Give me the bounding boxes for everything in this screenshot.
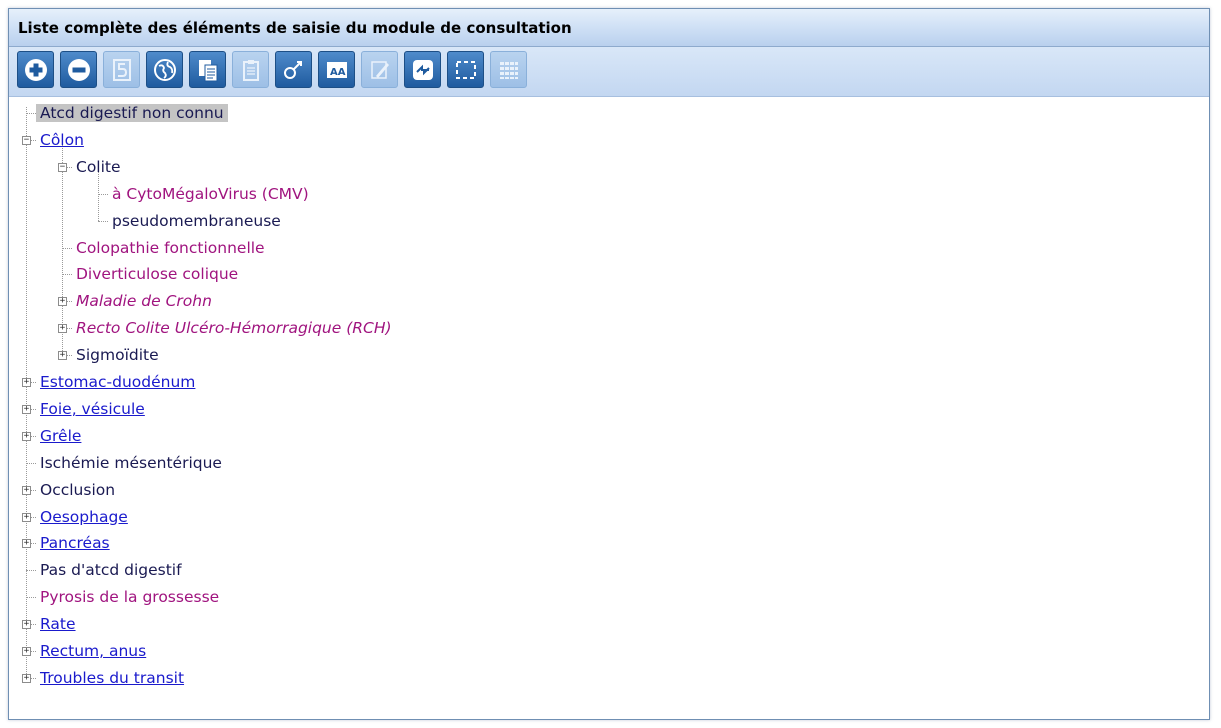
- tree-item[interactable]: Sigmoïdite: [72, 342, 163, 368]
- remove-button[interactable]: [60, 51, 97, 88]
- tree-item[interactable]: Pancréas: [36, 530, 114, 556]
- tree-item-label: Maladie de Crohn: [76, 292, 212, 311]
- tree-item-label: pseudomembraneuse: [112, 211, 281, 230]
- tree-item-label: Pancréas: [40, 534, 110, 553]
- tree-item-label: Oesophage: [40, 507, 128, 526]
- tree-connector: [62, 247, 72, 249]
- grid-button[interactable]: [490, 51, 527, 88]
- tree-item-label: Diverticulose colique: [76, 265, 239, 284]
- tree-connector: [26, 597, 36, 599]
- tree-item[interactable]: Côlon: [36, 127, 88, 153]
- tree-item-label: Pyrosis de la grossesse: [40, 588, 220, 607]
- expand-icon[interactable]: +: [22, 378, 31, 387]
- tree-item[interactable]: Atcd digestif non connu: [36, 100, 228, 126]
- tree-item-label: Grêle: [40, 426, 82, 445]
- tree-item-label: Colite: [76, 157, 121, 176]
- tree-item[interactable]: pseudomembraneuse: [108, 208, 285, 234]
- tree-item[interactable]: Rate: [36, 611, 80, 637]
- selection-button[interactable]: [447, 51, 484, 88]
- tree-item-label: Recto Colite Ulcéro-Hémorragique (RCH): [76, 319, 392, 338]
- font-button[interactable]: AA: [318, 51, 355, 88]
- tree-item-label: Rate: [40, 615, 76, 634]
- copy-button[interactable]: [189, 51, 226, 88]
- expand-icon[interactable]: +: [22, 647, 31, 656]
- expand-icon[interactable]: +: [58, 297, 67, 307]
- panel-title: Liste complète des éléments de saisie du…: [9, 9, 1209, 47]
- paste-button[interactable]: [232, 51, 269, 88]
- tree-connector: [98, 193, 108, 195]
- font-aa-icon: AA: [326, 61, 347, 78]
- collapse-icon[interactable]: −: [22, 135, 31, 145]
- toolbar: AA: [9, 47, 1209, 97]
- link-swap-button[interactable]: [404, 51, 441, 88]
- tree-connector: [26, 113, 36, 114]
- expand-icon[interactable]: +: [22, 620, 31, 630]
- pin-branch-icon: [283, 60, 302, 79]
- grid-table-icon: [499, 61, 518, 79]
- tree-item-label: Troubles du transit: [40, 668, 185, 687]
- tree-item-label: Côlon: [40, 130, 84, 149]
- expand-icon[interactable]: +: [22, 512, 31, 522]
- expand-icon[interactable]: +: [22, 539, 31, 549]
- tree-item[interactable]: Pas d'atcd digestif: [36, 557, 186, 583]
- tree-item-label: Estomac-duodénum: [40, 373, 196, 391]
- tree-item-label: Foie, vésicule: [40, 399, 145, 418]
- edit-button[interactable]: [361, 51, 398, 88]
- dashed-selection-icon: [455, 60, 476, 79]
- tree-item-label: à CytoMégaloVirus (CMV): [112, 184, 309, 203]
- tree-item-label: Ischémie mésentérique: [40, 453, 222, 472]
- expand-icon[interactable]: +: [22, 431, 31, 441]
- tree-item-label: Occlusion: [40, 480, 116, 499]
- tree-item[interactable]: Oesophage: [36, 504, 132, 530]
- tree-item[interactable]: Colopathie fonctionnelle: [72, 235, 269, 261]
- tree-connector: [26, 462, 36, 464]
- tree-item-label: Sigmoïdite: [76, 346, 159, 365]
- number-five-icon: [112, 58, 131, 81]
- globe-refresh-icon: [153, 58, 176, 81]
- tree-item[interactable]: Diverticulose colique: [72, 261, 242, 287]
- tree-item[interactable]: Troubles du transit: [36, 665, 188, 691]
- counter-button[interactable]: [103, 51, 140, 88]
- tree-item-label: Atcd digestif non connu: [36, 104, 228, 122]
- link-swap-icon: [412, 59, 433, 80]
- tree-connector: [26, 570, 36, 572]
- globe-refresh-button[interactable]: [146, 51, 183, 88]
- tree-item[interactable]: Maladie de Crohn: [72, 288, 216, 314]
- expand-icon[interactable]: +: [58, 351, 67, 361]
- tree-item[interactable]: à CytoMégaloVirus (CMV): [108, 181, 313, 207]
- tree-item[interactable]: Ischémie mésentérique: [36, 450, 226, 476]
- tree-connector: [98, 220, 108, 222]
- tree-item[interactable]: Estomac-duodénum: [36, 369, 199, 395]
- tree-connector: [62, 274, 72, 276]
- tree-guide-line: [26, 107, 27, 678]
- tree-item-label: Pas d'atcd digestif: [40, 561, 182, 580]
- plus-circle-icon: [24, 58, 47, 81]
- expand-icon[interactable]: +: [58, 324, 67, 334]
- add-button[interactable]: [17, 51, 54, 88]
- expand-icon[interactable]: +: [22, 673, 31, 683]
- tree-item[interactable]: Colite: [72, 154, 125, 180]
- clipboard-paste-icon: [242, 59, 259, 81]
- tree-item[interactable]: Grêle: [36, 423, 85, 449]
- copy-documents-icon: [198, 59, 217, 81]
- tree-item[interactable]: Pyrosis de la grossesse: [36, 584, 223, 610]
- element-tree: Atcd digestif non connu − Côlon − Colite à Cy…: [9, 97, 1209, 719]
- elements-panel: Liste complète des éléments de saisie du…: [8, 8, 1210, 720]
- tree-item[interactable]: Occlusion: [36, 477, 119, 503]
- edit-pencil-icon: [370, 60, 389, 79]
- expand-icon[interactable]: +: [22, 404, 31, 414]
- tree-item-label: Colopathie fonctionnelle: [76, 238, 265, 257]
- pin-branch-button[interactable]: [275, 51, 312, 88]
- tree-item[interactable]: Rectum, anus: [36, 638, 150, 664]
- tree-item-label: Rectum, anus: [40, 642, 147, 660]
- tree-item[interactable]: Recto Colite Ulcéro-Hémorragique (RCH): [72, 315, 396, 341]
- tree-item[interactable]: Foie, vésicule: [36, 396, 149, 422]
- svg-text:AA: AA: [330, 67, 346, 78]
- collapse-icon[interactable]: −: [58, 162, 67, 172]
- expand-icon[interactable]: +: [22, 485, 31, 495]
- minus-circle-icon: [67, 58, 90, 81]
